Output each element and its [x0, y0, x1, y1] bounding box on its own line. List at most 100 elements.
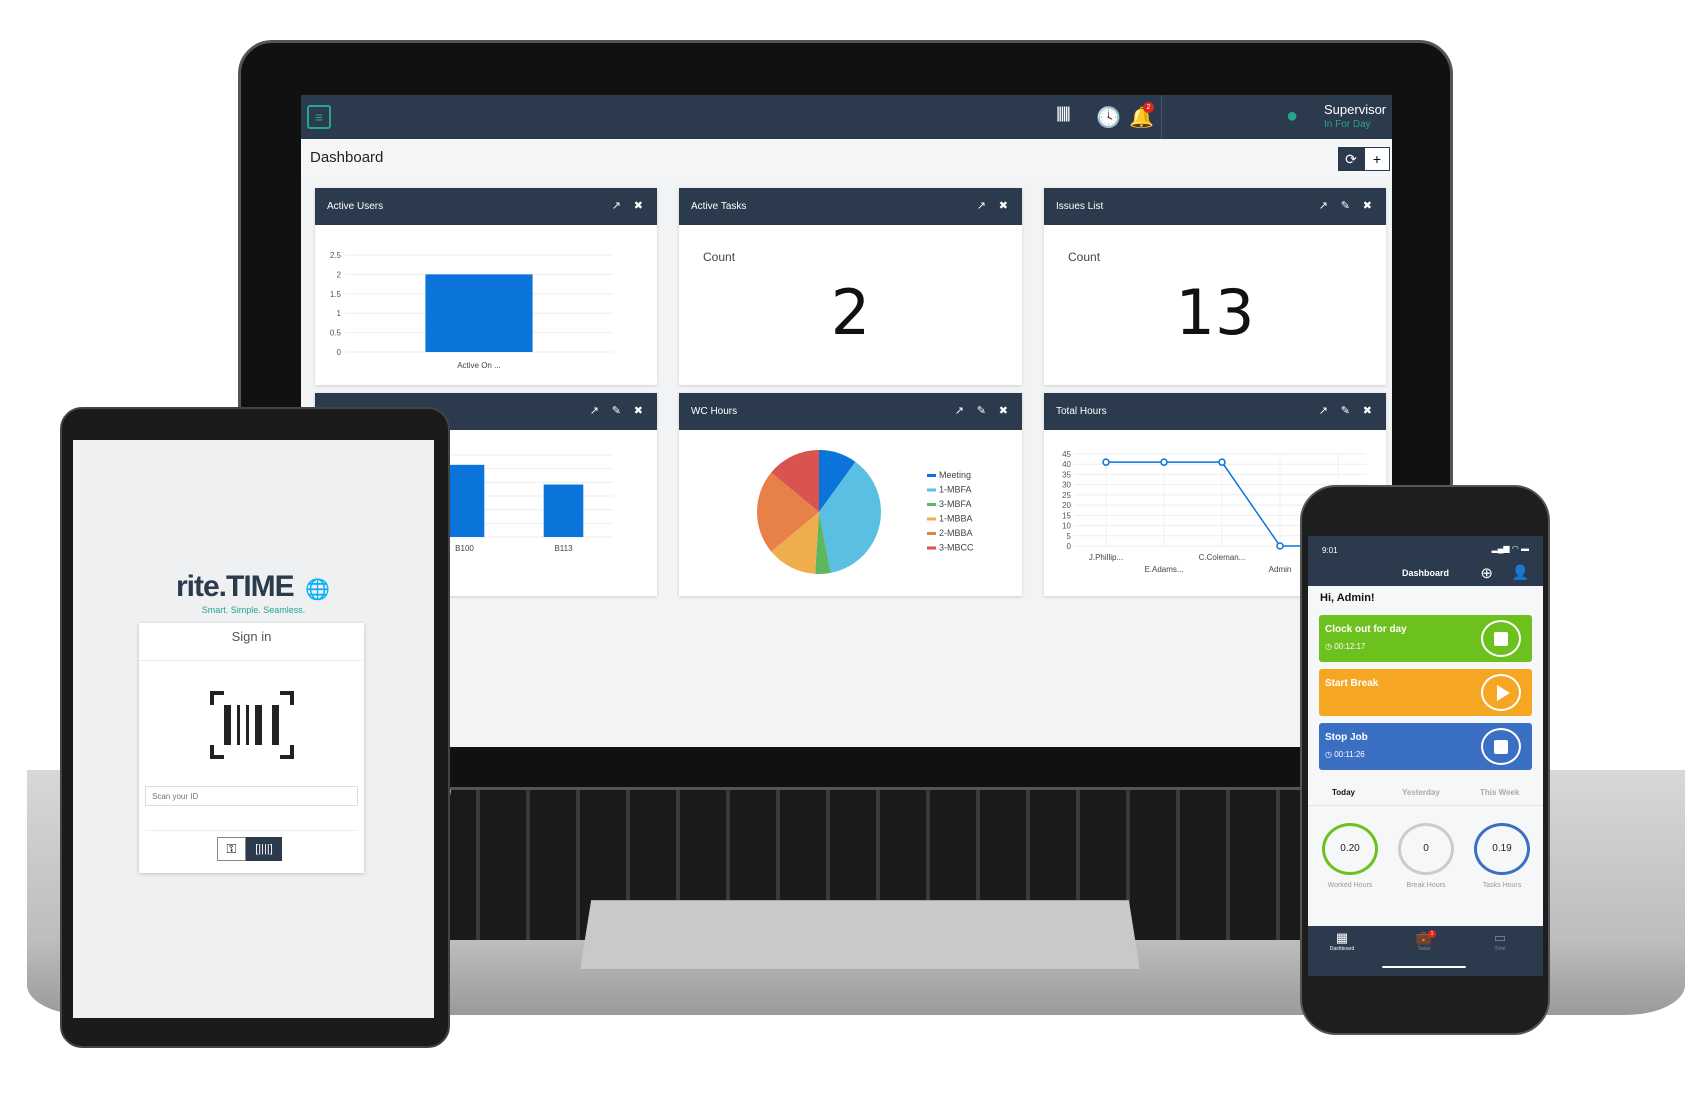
nav-tasks[interactable]: 💼 Tasks 1: [1404, 930, 1444, 952]
status-time: 9:01: [1322, 546, 1338, 555]
refresh-button[interactable]: ⟳: [1338, 147, 1364, 171]
divider: [145, 830, 358, 831]
grid-icon: ▦: [1335, 930, 1349, 945]
count-value: 13: [1175, 276, 1255, 349]
tablet-screen: rite.TIME 🌐 Smart. Simple. Seamless. Sig…: [73, 440, 434, 1018]
add-widget-button[interactable]: +: [1364, 147, 1390, 171]
tagline: Smart. Simple. Seamless.: [201, 605, 306, 615]
laptop-screen: ≡ |||||| 🕓 🔔 2 ● Supervisor In For Day Da…: [301, 95, 1392, 747]
globe-icon[interactable]: 🌐: [305, 577, 330, 602]
y-tick-label: 30: [1062, 481, 1071, 490]
x-tick-label: B100: [455, 544, 474, 553]
close-icon[interactable]: ✖: [634, 199, 643, 212]
y-tick-label: 1.5: [330, 290, 342, 299]
break-hours-ring: 0: [1398, 823, 1454, 875]
greeting: Hi, Admin!: [1320, 592, 1375, 604]
x-tick-label: J.Phillip...: [1089, 553, 1123, 562]
bottom-nav: ▦ Dashboard 💼 Tasks 1 ▭ Time: [1308, 926, 1543, 976]
worked-hours-ring: 0.20: [1322, 823, 1378, 875]
add-circle-icon[interactable]: ⊕: [1480, 564, 1493, 582]
active-users-chart: 0 0.5 1 1.5 2 2.5 Active On ...: [330, 251, 613, 370]
y-tick-label: 5: [1067, 532, 1072, 541]
stop-icon: [1481, 728, 1521, 765]
tab-this-week[interactable]: This Week: [1480, 788, 1519, 797]
card-active-users: Active Users ↗ ✖ 0 0.5 1 1.5 2 2.5 Active On ..…: [315, 188, 657, 385]
y-tick-label: 45: [1062, 450, 1071, 459]
top-bar: ≡ |||||| 🕓 🔔 2 ● Supervisor In For Day: [301, 95, 1392, 139]
edit-icon[interactable]: ✎: [1341, 404, 1350, 417]
id-input[interactable]: [145, 786, 358, 806]
start-break-button[interactable]: Start Break: [1319, 669, 1532, 716]
y-tick-label: 25: [1062, 491, 1071, 500]
stat-label: Tasks Hours: [1482, 882, 1522, 889]
close-icon[interactable]: ✖: [999, 404, 1008, 417]
x-tick-label: B113: [554, 544, 573, 553]
tab-today[interactable]: Today: [1332, 788, 1355, 797]
x-tick-label: E.Adams...: [1144, 565, 1183, 574]
legend-label: Meeting: [939, 470, 971, 480]
data-point: [1276, 542, 1284, 550]
open-icon[interactable]: ↗: [1319, 404, 1328, 417]
count-label: Count: [703, 250, 736, 264]
y-tick-label: 20: [1062, 501, 1071, 510]
stop-icon: [1481, 620, 1521, 657]
play-icon: [1481, 674, 1521, 711]
barcode-scan-icon: [210, 691, 294, 759]
sign-in-panel: Sign in ⚿ [||||]: [139, 623, 364, 873]
page-title: Dashboard: [310, 149, 384, 166]
open-icon[interactable]: ↗: [612, 199, 621, 212]
count-label: Count: [1068, 250, 1101, 264]
open-icon[interactable]: ↗: [1319, 199, 1328, 212]
edit-icon[interactable]: ✎: [612, 404, 621, 417]
stat-label: Break Hours: [1406, 882, 1446, 889]
y-tick-label: 35: [1062, 470, 1071, 479]
legend-swatch: [927, 503, 936, 506]
nav-dashboard[interactable]: ▦ Dashboard: [1322, 930, 1362, 952]
open-icon[interactable]: ↗: [977, 199, 986, 212]
nav-time[interactable]: ▭ Time: [1480, 930, 1520, 952]
card-active-tasks: Active Tasks ↗ ✖ Count 2: [679, 188, 1022, 385]
y-tick-label: 0: [337, 348, 342, 357]
laptop-trackpad: [580, 900, 1140, 970]
y-tick-label: 40: [1062, 460, 1071, 469]
legend-label: 3-MBFA: [939, 499, 972, 509]
bell-icon[interactable]: 🔔 2: [1129, 102, 1154, 130]
phone-screen: 9:01 ▂▄▆ ◠ ▬ Dashboard ⊕ 👤 Hi, Admin! Cl…: [1308, 536, 1543, 976]
profile-icon[interactable]: 👤: [1512, 564, 1529, 581]
close-icon[interactable]: ✖: [634, 404, 643, 417]
data-point: [1218, 458, 1226, 466]
card-issues-list: Issues List ↗ ✎ ✖ Count 13: [1044, 188, 1386, 385]
open-icon[interactable]: ↗: [955, 404, 964, 417]
card-title: Active Users: [327, 201, 384, 212]
open-icon[interactable]: ↗: [590, 404, 599, 417]
barcode-icon[interactable]: ||||||: [1056, 105, 1071, 123]
sign-in-title: Sign in: [139, 623, 364, 661]
legend-swatch: [927, 532, 936, 535]
legend-swatch: [927, 517, 936, 521]
hamburger-menu-icon[interactable]: ≡: [307, 105, 331, 129]
close-icon[interactable]: ✖: [1363, 404, 1372, 417]
clock-icon[interactable]: 🕓: [1096, 105, 1121, 130]
close-icon[interactable]: ✖: [999, 199, 1008, 212]
legend-label: 1-MBFA: [939, 485, 972, 495]
user-name[interactable]: Supervisor: [1324, 102, 1386, 117]
notification-badge: 2: [1143, 102, 1154, 113]
card-wc-hours: WC Hours ↗ ✎ ✖ Meeting 1-MBFA 3-MBFA 1-MBBA 2-…: [679, 393, 1022, 596]
edit-icon[interactable]: ✎: [1341, 199, 1350, 212]
phone-header: 9:01 ▂▄▆ ◠ ▬ Dashboard ⊕ 👤: [1308, 536, 1543, 586]
calendar-icon: ▭: [1493, 930, 1507, 945]
edit-icon[interactable]: ✎: [977, 404, 986, 417]
barcode-login-button[interactable]: [||||]: [246, 837, 282, 861]
close-icon[interactable]: ✖: [1363, 199, 1372, 212]
user-avatar-icon[interactable]: ●: [1286, 105, 1298, 128]
legend-label: 1-MBBA: [939, 514, 973, 524]
clock-out-button[interactable]: Clock out for day ◷ 00:12:17: [1319, 615, 1532, 662]
ritetime-logo: rite.TIME: [176, 570, 295, 603]
stop-job-button[interactable]: Stop Job ◷ 00:11:26: [1319, 723, 1532, 770]
stat-label: Worked Hours: [1327, 882, 1373, 889]
card-title: Total Hours: [1056, 406, 1107, 417]
tab-yesterday[interactable]: Yesterday: [1402, 788, 1440, 797]
key-login-button[interactable]: ⚿: [217, 837, 246, 861]
bar: [425, 274, 533, 352]
y-tick-label: 1: [337, 309, 342, 318]
